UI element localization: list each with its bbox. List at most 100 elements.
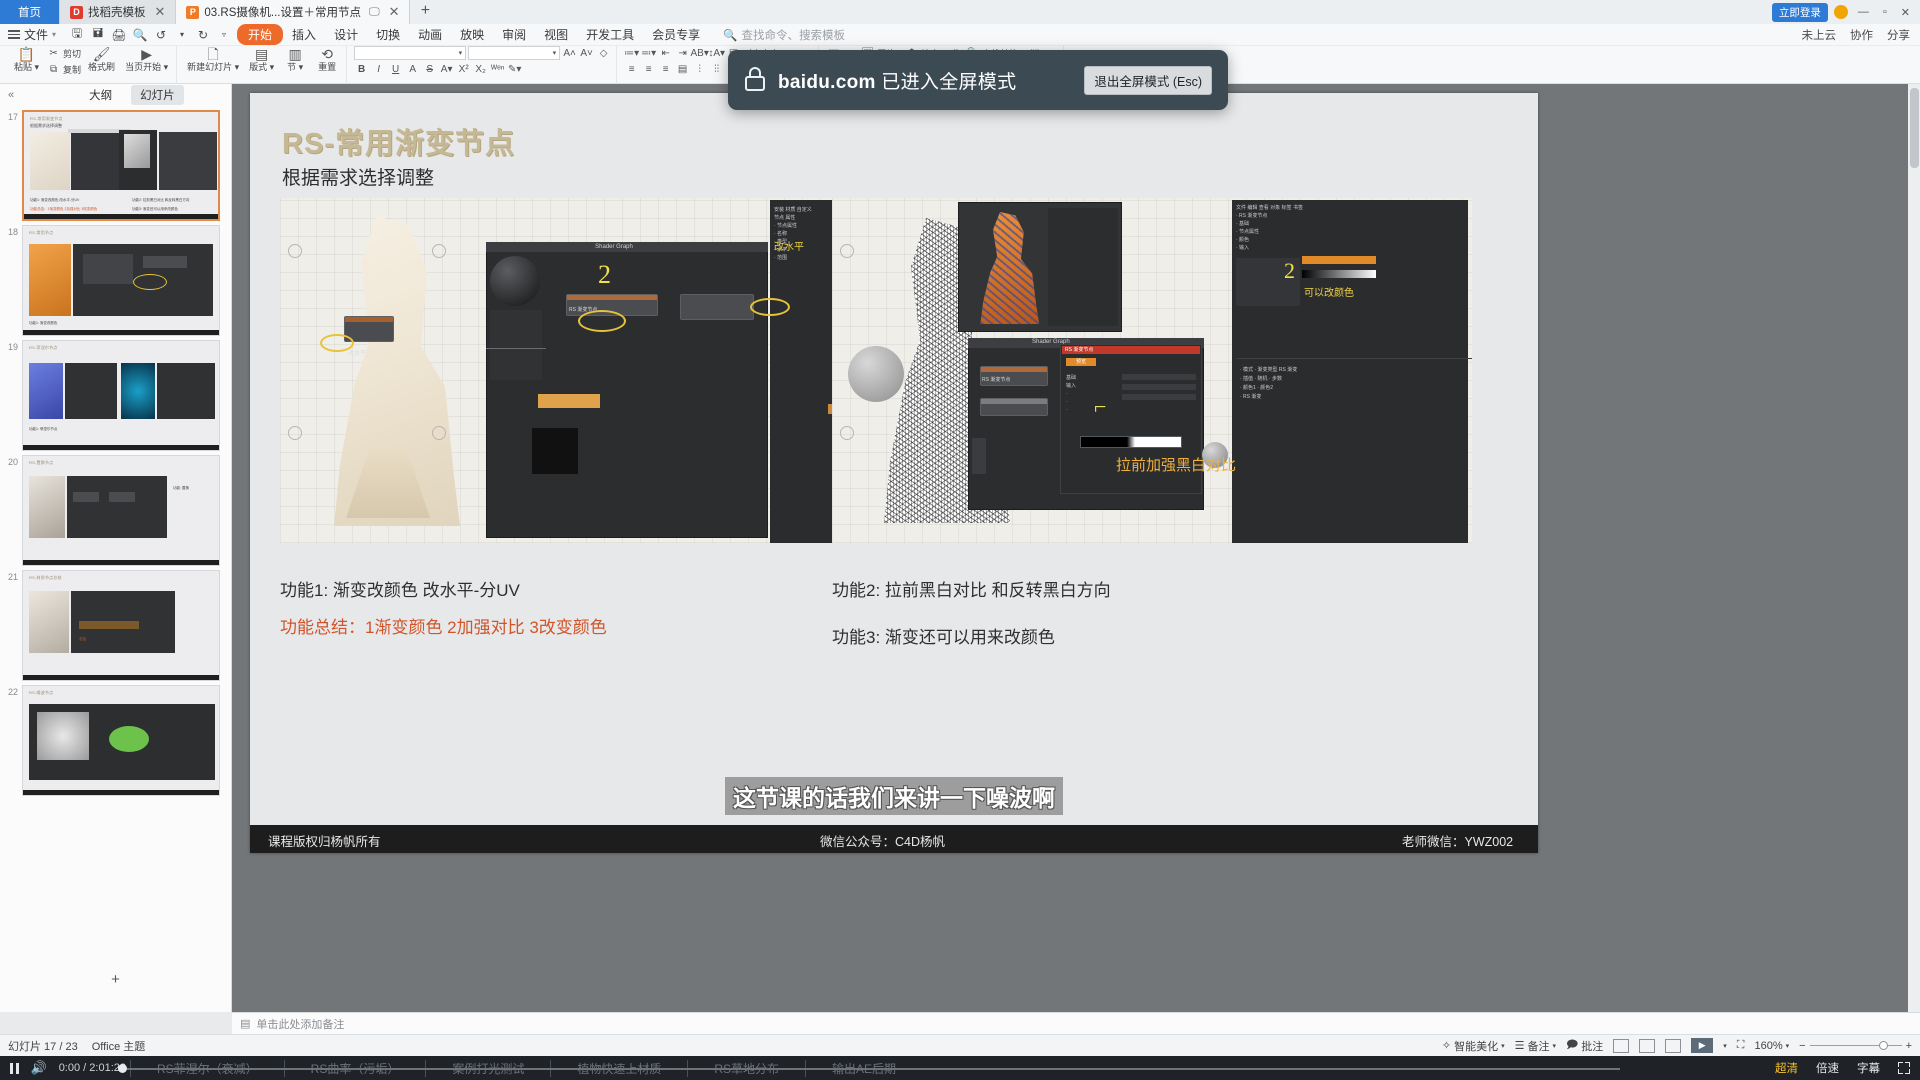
chevron-down-icon[interactable]: ▾	[1723, 1042, 1727, 1050]
scrollbar-thumb[interactable]	[1910, 88, 1919, 168]
subtitle-button[interactable]: 字幕	[1857, 1060, 1880, 1076]
save-as-icon[interactable]: 🖬	[89, 26, 107, 44]
list-item[interactable]: 19 RS-菲涅尔节点 功能1: 菲涅尔节点	[0, 336, 231, 451]
vertical-scrollbar[interactable]	[1908, 84, 1920, 1012]
share-button[interactable]: 分享	[1887, 27, 1910, 43]
redo-icon[interactable]: ↻	[194, 26, 212, 44]
copy-button[interactable]: ⧉ 复制	[46, 62, 81, 77]
list-item[interactable]: 20 RS-置换节点 功能: 置换	[0, 451, 231, 566]
volume-icon[interactable]: 🔊	[31, 1060, 47, 1076]
menu-item-start[interactable]: 开始	[237, 24, 284, 45]
slide-image-right[interactable]: Shader Graph RS 渐变节点 RS 渐变节点 预览 基础 输入 · · · …	[832, 198, 1472, 543]
close-window-button[interactable]: ✕	[1897, 6, 1914, 19]
new-slide-button[interactable]: 🗋 新建幻灯片 ▾	[184, 46, 242, 73]
menu-item-member[interactable]: 会员专享	[643, 24, 709, 45]
zoom-in-button[interactable]: +	[1906, 1040, 1912, 1052]
justify-icon[interactable]: ▤	[675, 62, 690, 77]
menu-item-transition[interactable]: 切换	[367, 24, 409, 45]
highlight-icon[interactable]: ✎▾	[507, 62, 522, 77]
clear-format-icon[interactable]: ◇	[596, 46, 611, 61]
layout-button[interactable]: ▤ 版式 ▾	[246, 46, 277, 73]
font-name-select[interactable]: ▾	[354, 46, 467, 60]
minimize-button[interactable]: —	[1854, 6, 1873, 18]
cloud-status[interactable]: 未上云	[1802, 27, 1837, 43]
player-progress-knob[interactable]	[118, 1064, 127, 1073]
tab-outline[interactable]: 大纲	[80, 85, 121, 105]
slide-image-left[interactable]: Shader Graph 改水平 RS 渐变节点 2 安装 材质 自定义 节点 属…	[280, 198, 920, 543]
cut-button[interactable]: ✂ 剪切	[46, 46, 81, 61]
slide-thumbnail[interactable]: RS-常用渐变节点 根据需求选择调整 功能1: 渐变改颜色 改水平-分UV 功能…	[22, 110, 220, 221]
grow-font-icon[interactable]: A˄	[562, 46, 577, 61]
menu-item-devtools[interactable]: 开发工具	[577, 24, 643, 45]
zoom-level[interactable]: 160% ▾	[1754, 1040, 1789, 1052]
decrease-indent-icon[interactable]: ⇤	[658, 46, 673, 61]
add-slide-button[interactable]: +	[0, 971, 231, 988]
pin-icon[interactable]: 🖵	[369, 6, 380, 19]
list-item[interactable]: 22 RS-噪波节点	[0, 681, 231, 796]
file-menu-button[interactable]: 文件 ▾	[0, 26, 64, 43]
format-painter-button[interactable]: 🖌 格式刷	[85, 46, 118, 73]
collaborate-button[interactable]: 协作	[1850, 27, 1873, 43]
line-spacing-icon[interactable]: ↕A▾	[708, 46, 725, 61]
italic-icon[interactable]: I	[371, 62, 386, 77]
text-direction-icon[interactable]: AB▾	[690, 46, 708, 61]
search-input[interactable]: 🔍 查找命令、搜索模板	[723, 27, 845, 43]
bullets-icon[interactable]: ≔▾	[624, 46, 639, 61]
columns-icon[interactable]: ⫶⫶	[709, 62, 724, 77]
slide-thumbnail[interactable]: RS-噪波节点	[22, 685, 220, 796]
menu-item-animation[interactable]: 动画	[409, 24, 451, 45]
view-reading-icon[interactable]	[1665, 1038, 1682, 1053]
pause-icon[interactable]	[10, 1062, 19, 1074]
view-normal-icon[interactable]	[1613, 1038, 1630, 1053]
exit-fullscreen-button[interactable]: 退出全屏模式 (Esc)	[1084, 65, 1212, 95]
shrink-font-icon[interactable]: A˅	[579, 46, 594, 61]
close-icon[interactable]: ✕	[389, 4, 400, 20]
shadow-icon[interactable]: A	[405, 62, 420, 77]
quality-button[interactable]: 超清	[1775, 1060, 1798, 1076]
reset-button[interactable]: ⟲ 重置	[313, 46, 341, 73]
notes-pane[interactable]: ▤ 单击此处添加备注	[232, 1012, 1920, 1034]
player-progress-track[interactable]	[118, 1068, 1620, 1070]
strikethrough-icon[interactable]: S	[422, 62, 437, 77]
font-size-select[interactable]: ▾	[468, 46, 561, 60]
close-icon[interactable]: ✕	[155, 4, 166, 20]
zoom-slider[interactable]: − +	[1799, 1040, 1912, 1052]
thumbnail-list[interactable]: 17 RS-常用渐变节点 根据需求选择调整 功能1: 渐变改颜色 改水平-分UV…	[0, 106, 231, 952]
customize-qat-icon[interactable]: ▿	[215, 26, 233, 44]
annotate-button[interactable]: 🗩 批注	[1566, 1036, 1603, 1055]
tab-slides[interactable]: 幻灯片	[131, 85, 184, 105]
save-icon[interactable]: 🖫	[68, 26, 86, 44]
maximize-button[interactable]: ▫	[1879, 6, 1891, 18]
tab-home[interactable]: 首页	[0, 0, 60, 24]
increase-indent-icon[interactable]: ⇥	[675, 46, 690, 61]
fit-slide-icon[interactable]: ⛶	[1737, 1039, 1745, 1052]
print-icon[interactable]: 🖨	[110, 26, 128, 44]
list-item[interactable]: 21 RS-材质节点总结 总结	[0, 566, 231, 681]
subscript-icon[interactable]: X₂	[473, 62, 488, 77]
speed-button[interactable]: 倍速	[1816, 1060, 1839, 1076]
current-slide[interactable]: RS-常用渐变节点 根据需求选择调整 Shader Graph 改水平 RS 渐…	[250, 93, 1538, 853]
list-item[interactable]: 17 RS-常用渐变节点 根据需求选择调整 功能1: 渐变改颜色 改水平-分UV…	[0, 106, 231, 221]
slide-thumbnail[interactable]: RS-菲涅尔节点 功能1: 菲涅尔节点	[22, 340, 220, 451]
menu-item-view[interactable]: 视图	[535, 24, 577, 45]
notes-button[interactable]: ☰ 备注 ▾	[1515, 1038, 1556, 1054]
avatar[interactable]	[1833, 5, 1848, 19]
tab-docer-template[interactable]: D 找稻壳模板 ✕	[60, 0, 177, 24]
section-button[interactable]: ▥ 节 ▾	[281, 46, 309, 73]
align-center-icon[interactable]: ≡	[641, 62, 656, 77]
font-color-icon[interactable]: A▾	[439, 62, 454, 77]
list-item[interactable]: 18 RS-常用节点 功能1: 渐变改颜色	[0, 221, 231, 336]
smart-beautify-button[interactable]: ✧ 智能美化 ▾	[1442, 1038, 1505, 1054]
underline-icon[interactable]: U	[388, 62, 403, 77]
bold-icon[interactable]: B	[354, 62, 369, 77]
numbering-icon[interactable]: ≕▾	[641, 46, 656, 61]
fullscreen-icon[interactable]	[1898, 1062, 1910, 1074]
menu-item-design[interactable]: 设计	[325, 24, 367, 45]
zoom-out-button[interactable]: −	[1799, 1040, 1805, 1052]
print-preview-icon[interactable]: 🔍	[131, 26, 149, 44]
paste-button[interactable]: 📋 粘贴 ▾	[11, 46, 42, 73]
tab-presentation[interactable]: P 03.RS摄像机...设置＋常用节点 🖵 ✕	[176, 0, 411, 24]
zoom-slider-knob[interactable]	[1878, 1041, 1888, 1050]
start-from-current-button[interactable]: ▶ 当页开始 ▾	[122, 46, 171, 73]
new-tab-button[interactable]: +	[410, 0, 441, 24]
